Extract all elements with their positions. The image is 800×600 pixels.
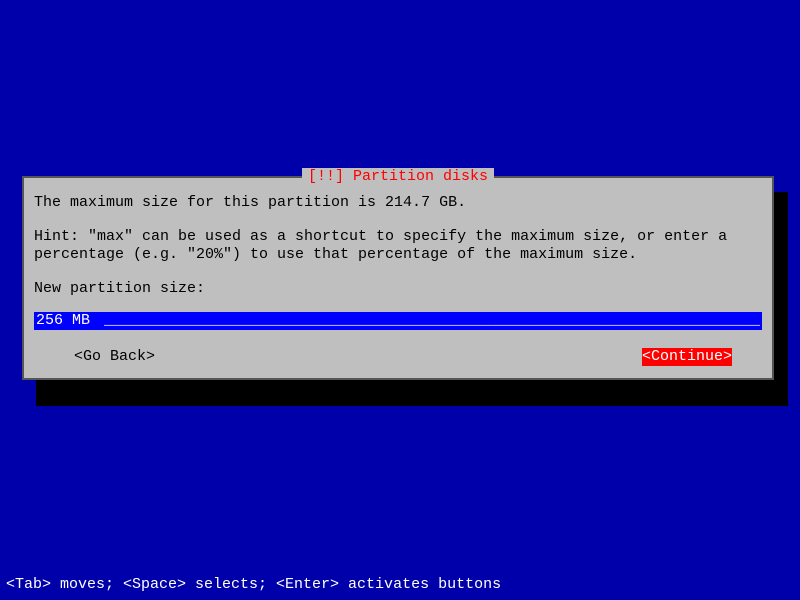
button-row: <Go Back> <Continue>: [34, 348, 762, 366]
go-back-button[interactable]: <Go Back>: [74, 348, 155, 366]
partition-size-value: 256 MB: [36, 312, 90, 329]
dialog-title: [!!] Partition disks: [302, 168, 494, 186]
hint-text: Hint: "max" can be used as a shortcut to…: [34, 228, 762, 264]
max-size-text: The maximum size for this partition is 2…: [34, 194, 762, 212]
continue-button[interactable]: <Continue>: [642, 348, 732, 366]
input-underline-fill: ________________________________________…: [104, 312, 760, 330]
help-bar: <Tab> moves; <Space> selects; <Enter> ac…: [6, 576, 501, 594]
partition-size-input[interactable]: 256 MB _________________________________…: [34, 312, 762, 330]
partition-dialog: [!!] Partition disks The maximum size fo…: [22, 176, 774, 380]
partition-size-label: New partition size:: [34, 280, 762, 298]
